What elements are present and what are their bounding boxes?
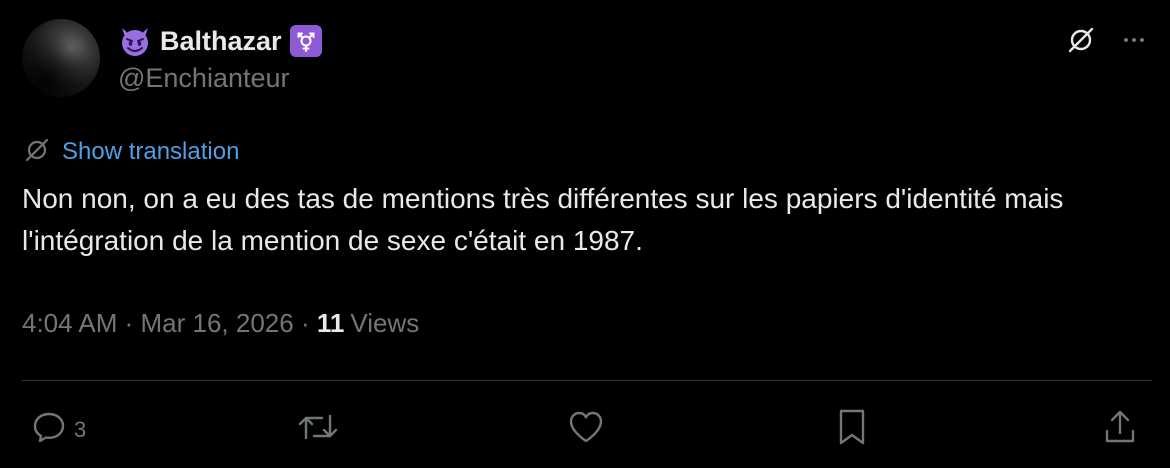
tweet-date[interactable]: Mar 16, 2026: [141, 308, 294, 339]
divider: [22, 380, 1152, 381]
tweet-detail: Balthazar @Enchianteur Show translation …: [0, 0, 1170, 468]
reply-icon: [30, 408, 68, 452]
grok-translate-icon: [22, 135, 52, 170]
meta-separator: ·: [293, 308, 317, 338]
tweet-meta: 4:04 AM · Mar 16, 2026 · 11 Views: [22, 308, 419, 339]
tweet-text: Non non, on a eu des tas de mentions trè…: [22, 183, 1064, 256]
bookmark-icon: [834, 407, 870, 453]
views-label: Views: [350, 308, 420, 338]
reply-count: 3: [74, 417, 87, 442]
more-options-icon[interactable]: [1116, 22, 1152, 58]
like-button[interactable]: [566, 408, 606, 452]
author-display-name[interactable]: Balthazar: [160, 26, 282, 57]
repost-icon: [296, 408, 340, 452]
share-button[interactable]: [1100, 408, 1140, 452]
share-icon: [1100, 407, 1140, 453]
transgender-symbol-icon: [289, 25, 322, 57]
reply-button[interactable]: 3: [30, 408, 86, 452]
avatar[interactable]: [22, 19, 100, 97]
views-count: 11: [316, 308, 345, 338]
translation-row: Show translation: [22, 136, 239, 168]
avatar-shade: [22, 19, 100, 97]
author-handle[interactable]: @Enchianteur: [118, 63, 290, 94]
show-translation-link[interactable]: Show translation: [62, 138, 239, 166]
smiling-imp-icon: [118, 24, 152, 58]
author-name-row: Balthazar: [118, 22, 322, 60]
repost-button[interactable]: [296, 408, 340, 452]
bookmark-button[interactable]: [834, 408, 870, 452]
grok-icon[interactable]: [1063, 22, 1099, 58]
meta-separator: ·: [117, 308, 141, 338]
tweet-time[interactable]: 4:04 AM: [22, 308, 117, 339]
heart-icon: [566, 408, 606, 452]
